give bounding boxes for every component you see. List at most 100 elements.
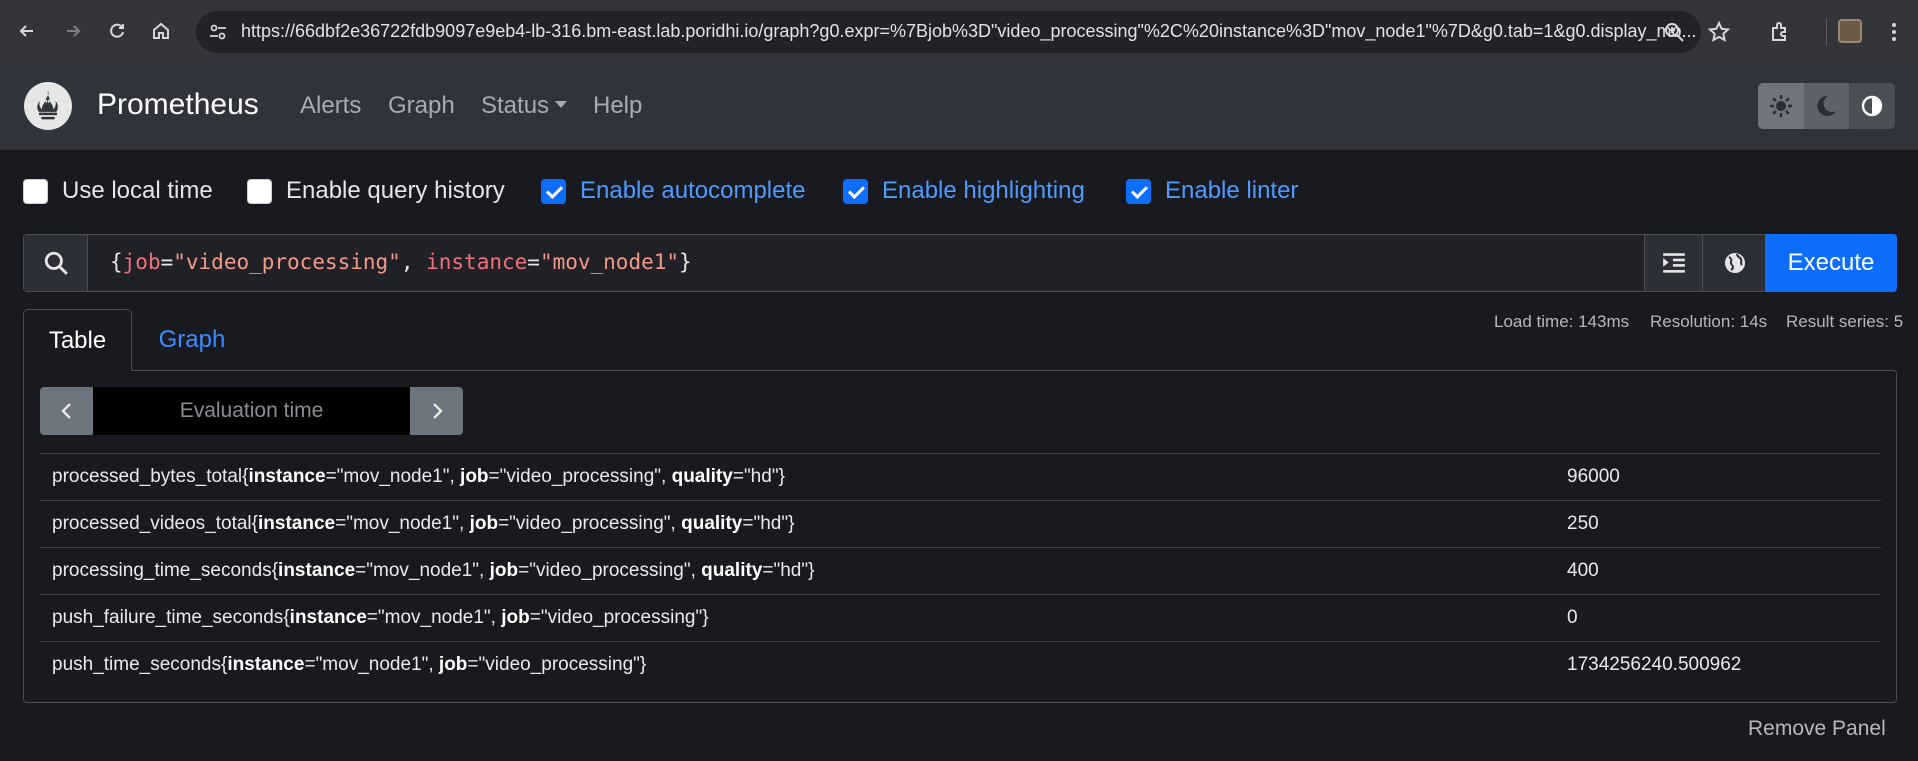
light-theme-button[interactable] xyxy=(1758,83,1804,129)
prometheus-logo-icon[interactable] xyxy=(24,82,72,130)
brand-title[interactable]: Prometheus xyxy=(97,88,259,122)
browser-menu-icon[interactable] xyxy=(1882,20,1906,44)
table-panel: Evaluation time processed_bytes_total{in… xyxy=(23,370,1897,703)
series-metric: push_time_seconds{instance="mov_node1", … xyxy=(52,654,647,675)
quality-value: "hd" xyxy=(773,560,809,581)
format-expression-button[interactable] xyxy=(1644,235,1702,291)
sun-icon xyxy=(1769,95,1792,117)
instance-value: "mov_node1" xyxy=(346,513,459,534)
series-metric: push_failure_time_seconds{instance="mov_… xyxy=(52,607,709,628)
nav-alerts[interactable]: Alerts xyxy=(300,92,361,120)
series-value: 0 xyxy=(1567,607,1578,628)
eval-prev-button[interactable] xyxy=(40,387,93,435)
contrast-icon xyxy=(1861,95,1883,117)
autocomplete-option[interactable]: Enable autocomplete xyxy=(541,177,806,205)
job-value: "video_processing" xyxy=(509,513,671,534)
series-metric: processing_time_seconds{instance="mov_no… xyxy=(52,560,815,581)
url-text[interactable]: https://66dbf2e36722fdb9097e9eb4-lb-316.… xyxy=(241,21,1841,42)
moon-icon xyxy=(1817,95,1837,116)
evaluation-time-picker: Evaluation time xyxy=(40,387,463,435)
evaluation-time-input[interactable]: Evaluation time xyxy=(93,387,410,435)
profile-avatar[interactable] xyxy=(1838,19,1862,43)
tab-graph[interactable]: Graph xyxy=(132,309,252,371)
use-local-time-checkbox[interactable] xyxy=(23,178,48,204)
table-row: processed_videos_total{instance="mov_nod… xyxy=(40,500,1881,547)
results-table: processed_bytes_total{instance="mov_node… xyxy=(40,453,1881,688)
linter-option[interactable]: Enable linter xyxy=(1126,177,1298,205)
toolbar-divider xyxy=(1826,18,1827,46)
caret-down-icon xyxy=(555,101,568,108)
browser-toolbar: https://66dbf2e36722fdb9097e9eb4-lb-316.… xyxy=(0,0,1918,62)
chevron-right-icon xyxy=(432,403,443,419)
query-eq-2: = xyxy=(527,250,540,274)
prometheus-navbar: Prometheus Alerts Graph Status Help xyxy=(0,62,1918,150)
use-local-time-label[interactable]: Use local time xyxy=(62,177,213,205)
expression-input-group: {job="video_processing", instance="mov_n… xyxy=(23,234,1897,292)
zoom-icon[interactable] xyxy=(1663,21,1685,43)
highlighting-label[interactable]: Enable highlighting xyxy=(882,177,1085,205)
home-icon[interactable] xyxy=(143,13,179,49)
nav-help[interactable]: Help xyxy=(593,92,642,120)
job-value: "video_processing" xyxy=(478,654,640,675)
table-row: push_time_seconds{instance="mov_node1", … xyxy=(40,641,1881,688)
metric-name: processed_videos_total xyxy=(52,513,252,534)
query-history-checkbox[interactable] xyxy=(247,178,272,204)
table-row: push_failure_time_seconds{instance="mov_… xyxy=(40,594,1881,641)
nav-status-label: Status xyxy=(481,92,550,119)
instance-value: "mov_node1" xyxy=(336,466,450,487)
site-settings-icon[interactable] xyxy=(208,22,228,42)
expression-input[interactable]: {job="video_processing", instance="mov_n… xyxy=(110,250,692,274)
query-value-instance: "mov_node1" xyxy=(539,250,680,274)
table-row: processed_bytes_total{instance="mov_node… xyxy=(40,453,1881,500)
use-local-time-option[interactable]: Use local time xyxy=(23,177,213,205)
resolution: Resolution: 14s xyxy=(1650,312,1768,331)
linter-label[interactable]: Enable linter xyxy=(1165,177,1298,205)
query-history-label[interactable]: Enable query history xyxy=(286,177,505,205)
metric-name: processing_time_seconds xyxy=(52,560,272,581)
instance-value: "mov_node1" xyxy=(315,654,429,675)
series-value: 250 xyxy=(1567,513,1599,534)
forward-icon[interactable] xyxy=(55,13,91,49)
job-value: "video_processing" xyxy=(499,466,662,487)
query-value-job: "video_processing" xyxy=(173,250,401,274)
load-time: Load time: 143ms xyxy=(1494,312,1630,331)
eval-next-button[interactable] xyxy=(410,387,463,435)
back-icon[interactable] xyxy=(9,13,45,49)
series-metric: processed_videos_total{instance="mov_nod… xyxy=(52,513,795,534)
instance-value: "mov_node1" xyxy=(377,607,491,628)
tab-table[interactable]: Table xyxy=(23,309,132,371)
auto-theme-button[interactable] xyxy=(1849,83,1895,129)
linter-checkbox[interactable] xyxy=(1126,178,1151,204)
job-value: "video_processing" xyxy=(540,607,703,628)
metric-name: processed_bytes_total xyxy=(52,466,243,487)
highlighting-checkbox[interactable] xyxy=(843,178,868,204)
series-value: 96000 xyxy=(1567,466,1620,487)
autocomplete-checkbox[interactable] xyxy=(541,178,566,204)
reload-icon[interactable] xyxy=(99,13,135,49)
autocomplete-label[interactable]: Enable autocomplete xyxy=(580,177,806,205)
query-close-brace: } xyxy=(679,250,692,274)
bookmark-star-icon[interactable] xyxy=(1707,20,1731,44)
nav-graph[interactable]: Graph xyxy=(388,92,455,120)
indent-icon xyxy=(1662,253,1685,273)
theme-toggle-group xyxy=(1758,83,1895,129)
metric-name: push_time_seconds xyxy=(52,654,221,675)
search-icon xyxy=(24,235,88,291)
chevron-left-icon xyxy=(60,403,71,419)
metrics-explorer-button[interactable] xyxy=(1702,235,1766,291)
query-separator: , xyxy=(400,250,427,274)
query-history-option[interactable]: Enable query history xyxy=(247,177,505,205)
remove-panel-button[interactable]: Remove Panel xyxy=(1748,717,1886,741)
result-series: Result series: 5 xyxy=(1786,312,1904,331)
query-label-job: job xyxy=(122,250,161,274)
extensions-icon[interactable] xyxy=(1769,20,1793,44)
execute-button[interactable]: Execute xyxy=(1765,234,1897,292)
series-value: 1734256240.500962 xyxy=(1567,654,1742,675)
highlighting-option[interactable]: Enable highlighting xyxy=(843,177,1085,205)
query-label-instance: instance xyxy=(426,250,528,274)
dark-theme-button[interactable] xyxy=(1803,83,1850,129)
address-bar[interactable]: https://66dbf2e36722fdb9097e9eb4-lb-316.… xyxy=(196,11,1701,53)
metric-name: push_failure_time_seconds xyxy=(52,607,284,628)
table-row: processing_time_seconds{instance="mov_no… xyxy=(40,547,1881,594)
nav-status[interactable]: Status xyxy=(481,92,568,120)
